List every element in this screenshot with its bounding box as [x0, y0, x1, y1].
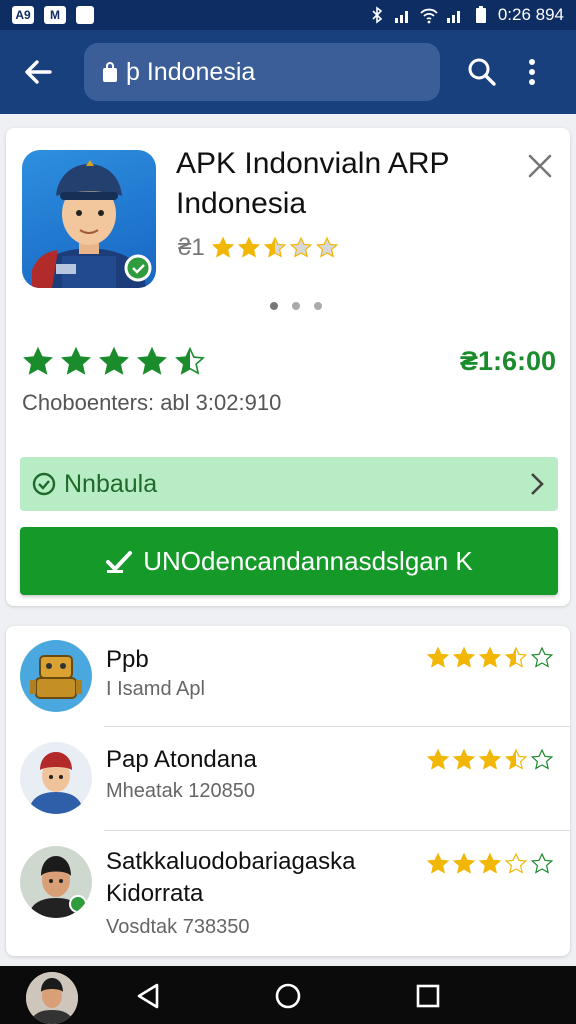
star-icon	[452, 748, 476, 770]
small-rating-prefix: ₴1	[178, 234, 205, 261]
install-button[interactable]: UNOdencandannasdslgan K	[20, 527, 558, 595]
list-item-stars	[426, 748, 554, 772]
search-button[interactable]	[454, 44, 510, 100]
signal-icon	[394, 11, 408, 23]
star-icon	[99, 346, 129, 375]
price-label: ₴1:6:00	[459, 346, 556, 376]
robot-avatar	[20, 640, 92, 712]
list-item-stars	[426, 646, 554, 670]
star-icon	[452, 646, 476, 668]
status-bar: A9 M 0:26 894	[0, 0, 576, 30]
person-avatar	[20, 742, 92, 814]
list-item[interactable]: Ppb I Isamd Apl	[6, 626, 570, 728]
nav-back-button[interactable]	[126, 974, 170, 1018]
app-icon	[22, 150, 156, 288]
list-item-stars	[426, 852, 554, 876]
status-time: 0:26 894	[497, 5, 564, 24]
small-rating-stars	[211, 236, 339, 260]
list-item-name: Satkkaluodobariagaska Kidorrata	[106, 848, 356, 907]
star-icon	[289, 236, 312, 258]
star-icon	[315, 236, 338, 258]
star-icon	[263, 236, 286, 258]
mobile-data-icon	[446, 11, 460, 23]
star-icon	[504, 748, 528, 770]
circle-home-icon	[275, 983, 301, 1009]
list-item-sub: Vosdtak 738350	[106, 916, 250, 938]
carousel-dot	[314, 302, 322, 310]
robot-icon	[30, 655, 82, 699]
close-button[interactable]	[522, 148, 558, 184]
triangle-back-icon	[137, 983, 159, 1009]
check-circle-icon	[32, 472, 56, 496]
star-icon	[530, 748, 554, 770]
download-check-icon	[106, 551, 133, 573]
shopping-bag-icon	[103, 62, 117, 82]
square-recents-icon	[416, 984, 440, 1008]
small-rating: ₴1	[178, 234, 339, 262]
search-icon	[468, 58, 496, 86]
close-icon	[528, 154, 552, 178]
star-icon	[530, 646, 554, 668]
star-icon	[452, 852, 476, 874]
bluetooth-icon	[372, 6, 383, 24]
browser-app-bar: þ Indonesia	[0, 30, 576, 114]
app-title: APK Indonvialn ARP Indonesia	[176, 147, 449, 220]
carousel-indicator	[270, 302, 322, 310]
carousel-dot	[292, 302, 300, 310]
list-item[interactable]: Satkkaluodobariagaska Kidorrata Vosdtak …	[6, 832, 570, 956]
star-icon	[478, 646, 502, 668]
star-icon	[426, 646, 450, 668]
battery-icon	[475, 6, 486, 23]
list-item-sub: I Isamd Apl	[106, 678, 205, 700]
wifi-icon	[420, 8, 438, 24]
man-avatar	[20, 846, 92, 918]
overflow-menu-button[interactable]	[512, 44, 552, 100]
star-icon	[237, 236, 260, 258]
star-icon	[504, 852, 528, 874]
nav-home-button[interactable]	[266, 974, 310, 1018]
star-icon	[23, 346, 53, 375]
big-rating-stars	[22, 346, 206, 378]
url-bar[interactable]: þ Indonesia	[84, 43, 440, 101]
status-chip-mail: M	[44, 6, 66, 24]
install-label: UNOdencandannasdslgan K	[143, 545, 473, 576]
list-item[interactable]: Pap Atondana Mheatak 120850	[6, 728, 570, 830]
star-icon	[478, 852, 502, 874]
star-icon	[175, 346, 205, 375]
nav-recents-button[interactable]	[406, 974, 450, 1018]
arrow-back-icon	[25, 60, 52, 84]
divider	[104, 830, 570, 831]
star-icon	[504, 646, 528, 668]
star-icon	[530, 852, 554, 874]
app-icon-character	[32, 160, 152, 288]
star-icon	[137, 346, 167, 375]
list-item-sub: Mheatak 120850	[106, 780, 256, 802]
chevron-right-icon	[531, 473, 544, 495]
profile-avatar[interactable]	[26, 972, 78, 1024]
list-item-name: Ppb	[106, 646, 149, 673]
related-apps-list: Ppb I Isamd Apl Pap Atondana Mheatak 120…	[6, 626, 570, 956]
back-button[interactable]	[6, 40, 70, 104]
status-square-icon	[76, 6, 94, 24]
list-item-name: Pap Atondana	[106, 746, 257, 773]
url-text: þ Indonesia	[126, 57, 256, 86]
app-meta: Choboenters: abl 3:02:910	[22, 390, 282, 415]
star-icon	[426, 852, 450, 874]
system-nav-bar	[0, 966, 576, 1024]
star-icon	[426, 748, 450, 770]
divider	[104, 726, 570, 727]
man-icon	[28, 856, 87, 918]
profile-face-icon	[26, 972, 78, 1024]
status-chip-app: A9	[12, 6, 34, 24]
star-icon	[61, 346, 91, 375]
more-vertical-icon	[529, 59, 535, 85]
status-label: Nnbaula	[64, 469, 158, 498]
star-icon	[478, 748, 502, 770]
app-detail-card: APK Indonvialn ARP Indonesia ₴1 ₴1:6:00 …	[6, 128, 570, 606]
star-icon	[211, 236, 234, 258]
person-icon	[28, 752, 84, 814]
status-row[interactable]: Nnbaula	[20, 457, 558, 511]
carousel-dot	[270, 302, 278, 310]
